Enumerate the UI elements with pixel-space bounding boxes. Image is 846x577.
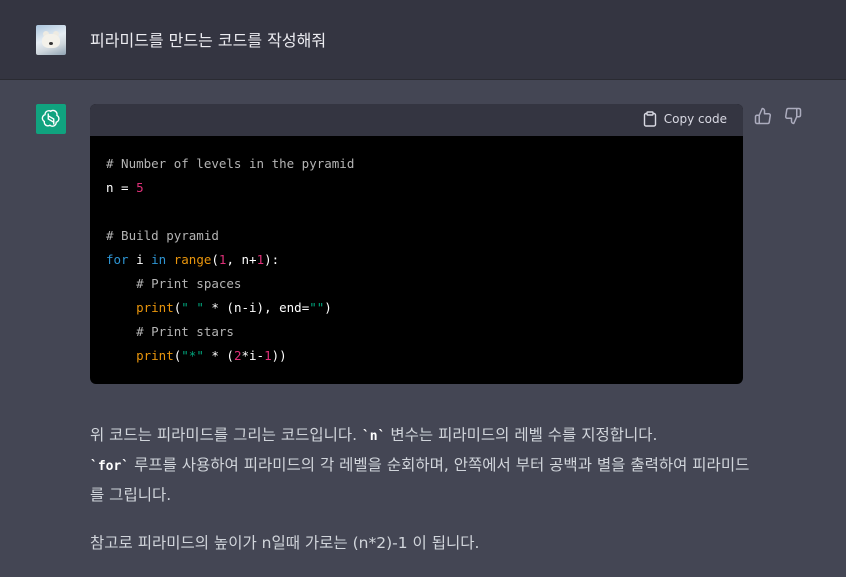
code-content[interactable]: # Number of levels in the pyramid n = 5 #… (90, 136, 743, 368)
response-paragraph: 참고로 피라미드의 높이가 n일때 가로는 (n*2)-1 이 됩니다. (90, 534, 480, 552)
openai-logo-icon (41, 109, 60, 127)
text-span: 변수는 피라미드의 레벨 수를 지정합니다. (385, 426, 658, 444)
code-line: # Print stars (106, 324, 234, 339)
user-message-row: 피라미드를 만드는 코드를 작성해줘 (0, 0, 846, 80)
code-line: n = 5 (106, 180, 144, 195)
thumbs-down-icon[interactable] (784, 107, 802, 125)
code-line: # Build pyramid (106, 228, 219, 243)
inline-code: `for` (90, 459, 130, 474)
assistant-avatar (36, 104, 66, 134)
code-line: # Print spaces (106, 276, 242, 291)
user-avatar (36, 25, 66, 55)
bear-nose (49, 42, 53, 45)
code-block: Copy code # Number of levels in the pyra… (90, 104, 743, 384)
bear-face (42, 34, 60, 48)
thumbs-up-icon[interactable] (754, 107, 772, 125)
text-span: 루프를 사용하여 피라미드의 각 레벨을 순회하며, 안쪽에서 부터 공백과 별… (90, 456, 750, 504)
code-block-header: Copy code (90, 104, 743, 136)
response-paragraph: 위 코드는 피라미드를 그리는 코드입니다. `n` 변수는 피라미드의 레벨 … (90, 421, 750, 509)
code-line: print(" " * (n-i), end="") (136, 300, 332, 315)
user-message-text: 피라미드를 만드는 코드를 작성해줘 (90, 31, 327, 50)
copy-code-label: Copy code (663, 112, 727, 126)
text-span: 위 코드는 피라미드를 그리는 코드입니다. (90, 426, 362, 444)
feedback-actions (754, 107, 802, 125)
code-line: for i in range(1, n+1): (106, 252, 280, 267)
assistant-response-text: 위 코드는 피라미드를 그리는 코드입니다. `n` 변수는 피라미드의 레벨 … (90, 421, 750, 577)
code-line: # Number of levels in the pyramid (106, 156, 355, 171)
clipboard-icon (643, 111, 656, 127)
copy-code-button[interactable]: Copy code (643, 111, 727, 127)
code-line: print("*" * (2*i-1)) (136, 348, 287, 363)
inline-code: `n` (361, 429, 386, 444)
